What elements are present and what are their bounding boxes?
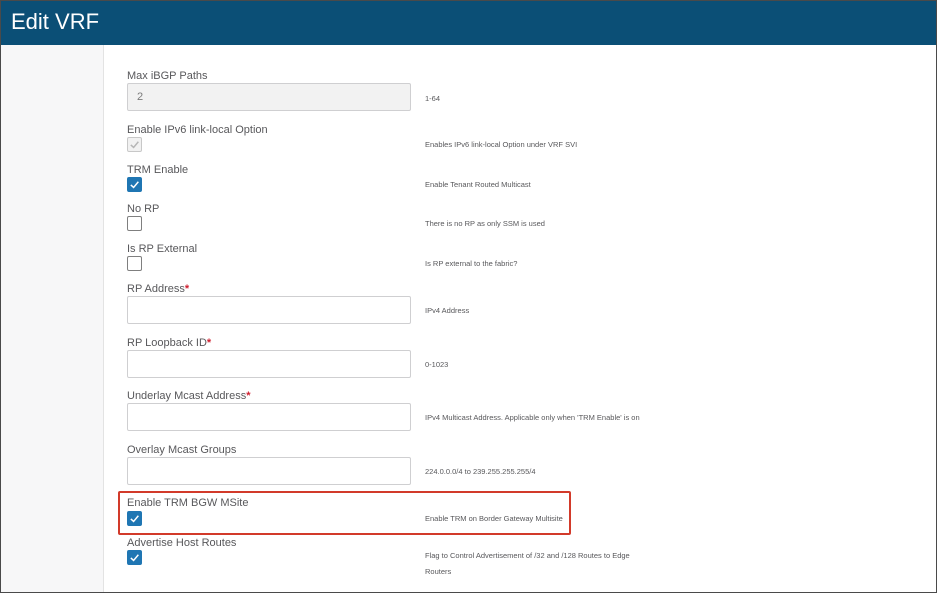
rp-loopback-id-label-text: RP Loopback ID	[127, 337, 207, 349]
dialog-title: Edit VRF	[11, 9, 100, 34]
no-rp-checkbox[interactable]	[127, 216, 142, 231]
rp-address-input[interactable]	[127, 296, 411, 324]
rp-address-label: RP Address*	[127, 283, 189, 295]
ipv6-link-local-checkbox[interactable]	[127, 137, 142, 152]
underlay-mcast-address-label: Underlay Mcast Address*	[127, 390, 251, 402]
checkmark-icon	[130, 515, 139, 523]
rp-loopback-id-hint: 0-1023	[425, 360, 449, 369]
rp-address-label-text: RP Address	[127, 283, 185, 295]
no-rp-hint: There is no RP as only SSM is used	[425, 219, 545, 228]
ipv6-link-local-hint: Enables IPv6 link-local Option under VRF…	[425, 140, 578, 149]
is-rp-external-checkbox[interactable]	[127, 256, 142, 271]
overlay-mcast-groups-label: Overlay Mcast Groups	[127, 444, 237, 456]
underlay-mcast-address-hint: IPv4 Multicast Address. Applicable only …	[425, 413, 640, 422]
underlay-mcast-address-input[interactable]	[127, 403, 411, 431]
advertise-host-routes-checkbox[interactable]	[127, 550, 142, 565]
enable-trm-bgw-msite-checkbox[interactable]	[127, 511, 142, 526]
is-rp-external-hint: Is RP external to the fabric?	[425, 259, 518, 268]
advertise-host-routes-label: Advertise Host Routes	[127, 537, 237, 549]
max-ibgp-paths-input[interactable]: 2	[127, 83, 411, 111]
trm-enable-hint: Enable Tenant Routed Multicast	[425, 180, 531, 189]
left-gutter	[1, 45, 104, 592]
trm-enable-label: TRM Enable	[127, 164, 189, 176]
is-rp-external-label: Is RP External	[127, 243, 198, 255]
required-marker: *	[246, 390, 251, 402]
edit-vrf-dialog: Edit VRF Max iBGP Paths 2 1-64 Enable IP…	[0, 0, 937, 593]
overlay-mcast-groups-hint: 224.0.0.0/4 to 239.255.255.255/4	[425, 467, 536, 476]
trm-enable-checkbox[interactable]	[127, 177, 142, 192]
dialog-header: Edit VRF	[1, 1, 936, 45]
max-ibgp-paths-label: Max iBGP Paths	[127, 70, 208, 82]
enable-trm-bgw-msite-hint: Enable TRM on Border Gateway Multisite	[425, 514, 563, 523]
ipv6-link-local-label: Enable IPv6 link-local Option	[127, 124, 268, 136]
overlay-mcast-groups-input[interactable]	[127, 457, 411, 485]
rp-address-hint: IPv4 Address	[425, 306, 470, 315]
checkmark-icon	[130, 554, 139, 562]
checkmark-icon	[130, 141, 139, 149]
required-marker: *	[184, 283, 190, 295]
checkmark-icon	[130, 181, 139, 189]
advertise-host-routes-hint: Flag to Control Advertisement of /32 and…	[425, 551, 630, 576]
underlay-mcast-address-label-text: Underlay Mcast Address	[127, 390, 247, 402]
rp-loopback-id-label: RP Loopback ID*	[127, 337, 211, 349]
required-marker: *	[206, 337, 212, 349]
rp-loopback-id-input[interactable]	[127, 350, 411, 378]
no-rp-label: No RP	[127, 203, 160, 215]
max-ibgp-paths-hint: 1-64	[425, 94, 441, 103]
enable-trm-bgw-msite-label: Enable TRM BGW MSite	[127, 497, 249, 509]
